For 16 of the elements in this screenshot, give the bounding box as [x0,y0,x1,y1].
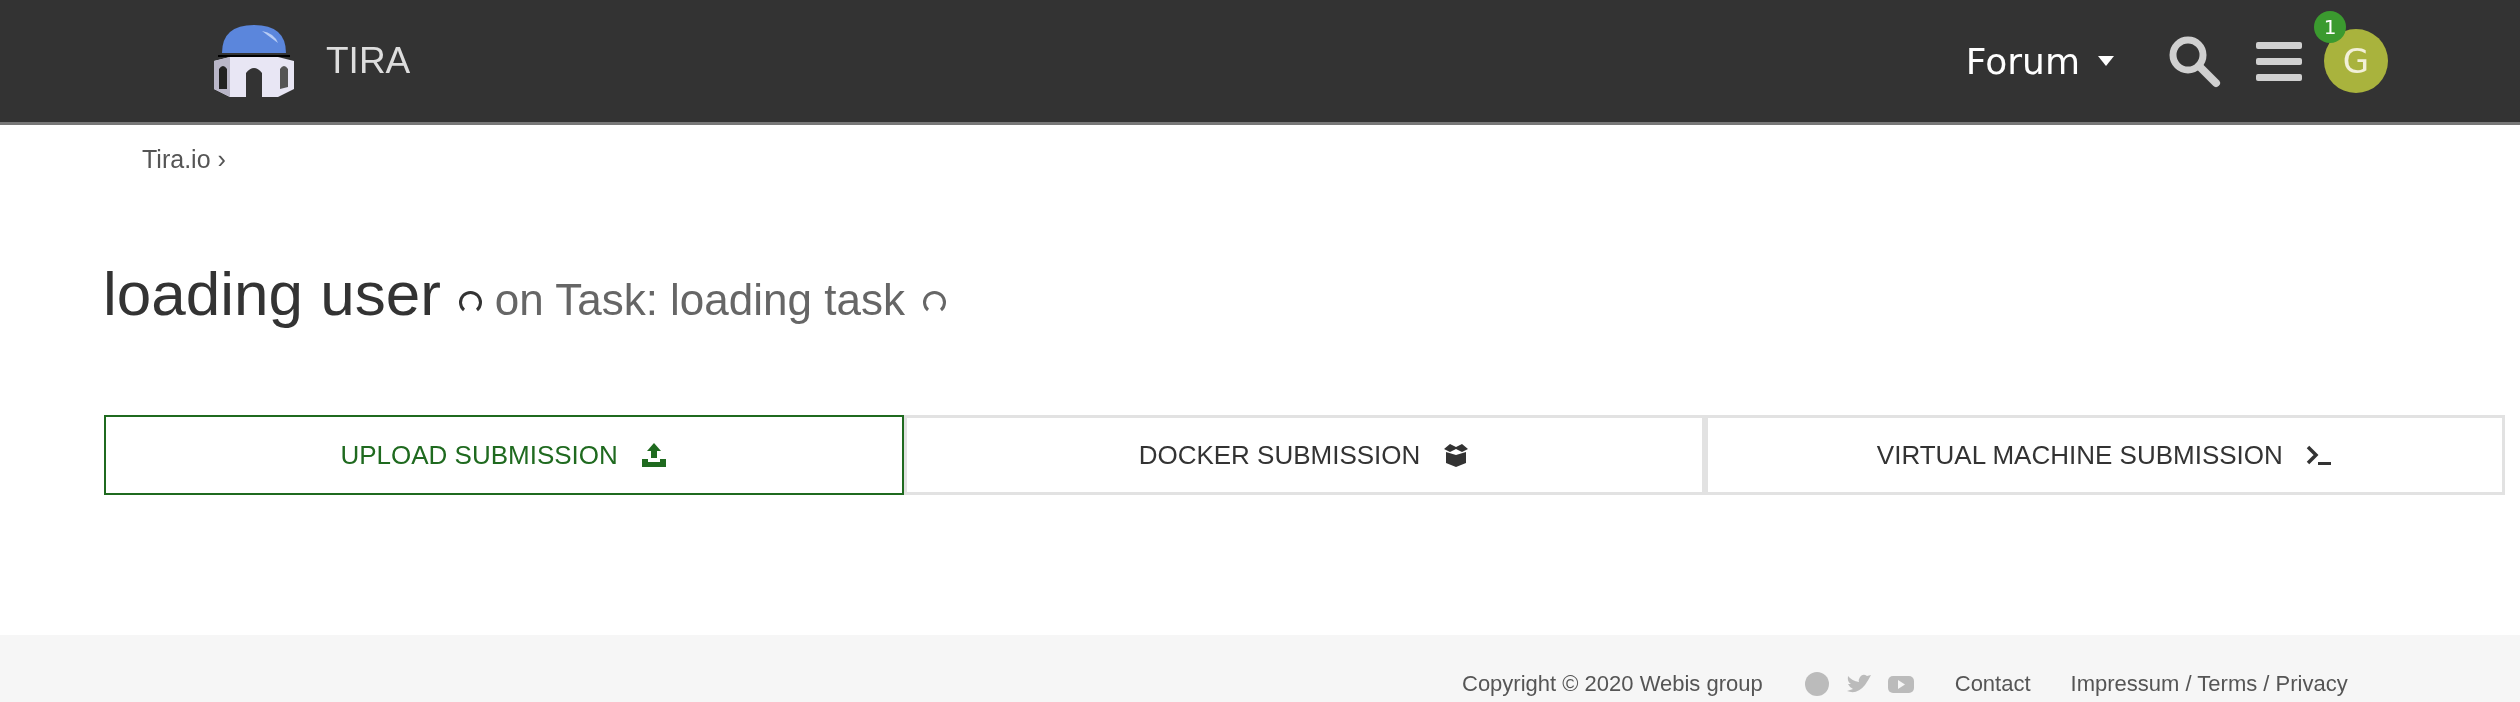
notification-badge: 1 [2314,11,2346,43]
upload-icon [639,441,668,469]
submission-tab[interactable]: DOCKER SUBMISSION [904,415,1705,495]
submission-tab[interactable]: UPLOAD SUBMISSION [104,415,905,495]
breadcrumb-link[interactable]: Tira.io › [142,145,226,174]
submission-tab[interactable]: VIRTUAL MACHINE SUBMISSION [1704,415,2505,495]
dome-building-logo[interactable] [212,23,296,99]
page-subtitle: on Task: loading task [494,275,905,325]
footer-link[interactable]: Contact [1954,671,2031,697]
footer-link[interactable]: Impressum / Terms / Privacy [2070,671,2348,697]
brand-name[interactable]: TIRA [326,40,411,82]
copyright-text: Copyright © 2020 Webis group [1462,671,1763,697]
menu-icon[interactable] [2256,40,2302,82]
caret-icon [2098,56,2114,66]
forum-menu[interactable]: Forum [1965,40,2114,82]
page-title: loading user [103,258,441,329]
